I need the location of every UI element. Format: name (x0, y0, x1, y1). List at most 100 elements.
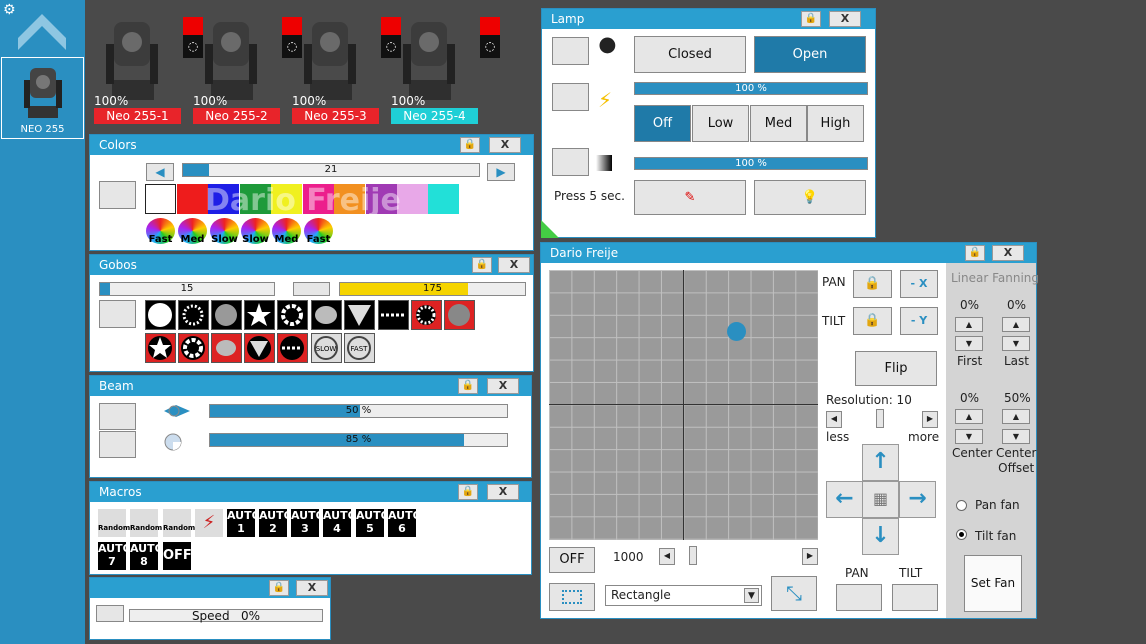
effect-slider-thumb[interactable] (689, 546, 697, 565)
pantilt-grid[interactable] (549, 270, 818, 540)
prev-arrow-icon[interactable]: ◀ (146, 163, 174, 181)
close-button[interactable]: X (296, 580, 328, 596)
macro-random-1-icon[interactable]: Random (98, 509, 130, 537)
lamp-off-button[interactable]: ✎ (634, 180, 746, 215)
scroll-up-icon[interactable] (16, 12, 68, 52)
colors-toggle-button[interactable] (99, 181, 136, 209)
shape-select[interactable]: Rectangle ▼ (605, 585, 762, 606)
effect-right-arrow-icon[interactable]: ▶ (802, 548, 818, 565)
fixture-2[interactable]: ◌ 100% Neo 255-2 (193, 10, 302, 125)
resolution-left-arrow-icon[interactable]: ◀ (826, 411, 842, 428)
first-down-icon[interactable]: ▼ (955, 336, 983, 351)
pan-fan-radio[interactable] (956, 500, 967, 511)
offset-down-icon[interactable]: ▼ (1002, 429, 1030, 444)
gobo-triangle-icon[interactable] (344, 300, 375, 330)
close-button[interactable]: X (487, 484, 519, 500)
strobe-low-button[interactable]: Low (692, 105, 749, 142)
macro-auto-4[interactable]: AUTO 4 (323, 509, 357, 537)
tilt-lock-icon[interactable]: 🔒 (853, 307, 892, 335)
speed-toggle-button[interactable] (96, 605, 124, 622)
gobo-texture-shake-icon[interactable] (444, 300, 475, 330)
tilt-value-field[interactable] (892, 584, 938, 611)
center-up-icon[interactable]: ▲ (955, 409, 983, 424)
tilt-fan-radio[interactable] (956, 529, 967, 540)
strobe-off-button[interactable]: Off (634, 105, 691, 142)
macro-auto-8[interactable]: AUTO 8 (130, 542, 164, 570)
macro-random-3-icon[interactable]: Random (163, 509, 195, 537)
pan-value-field[interactable] (836, 584, 882, 611)
shutter-toggle-button[interactable] (552, 37, 589, 65)
strobe-high-button[interactable]: High (807, 105, 864, 142)
center-icon[interactable]: ▦ (862, 481, 899, 518)
lock-icon[interactable]: 🔒 (458, 484, 478, 500)
gobo-rotate-fast-icon[interactable]: FAST (344, 333, 375, 363)
position-handle[interactable] (727, 322, 746, 341)
macro-auto-2[interactable]: AUTO 2 (259, 509, 293, 537)
beam-focus-button[interactable] (99, 403, 136, 430)
speed-slider[interactable]: Speed 0% (129, 609, 323, 622)
move-up-icon[interactable]: ↑ (862, 444, 899, 481)
color-slider[interactable]: 21 (182, 163, 480, 177)
gobo-line-dots-icon[interactable] (378, 300, 409, 330)
invert-y-button[interactable]: - Y (900, 307, 938, 335)
gobo-texture-icon[interactable] (211, 300, 242, 330)
gobo-dots-shake-icon[interactable] (411, 300, 442, 330)
gobo-star-shake-icon[interactable] (145, 333, 176, 363)
color-speed-slow-rev-icon[interactable]: Slow (241, 218, 270, 245)
strobe-slider[interactable]: 100 % (634, 82, 868, 95)
gobo-rotate-slow-icon[interactable]: SLOW (311, 333, 342, 363)
last-down-icon[interactable]: ▼ (1002, 336, 1030, 351)
move-right-icon[interactable]: → (899, 481, 936, 518)
gobo-spiral-icon[interactable] (311, 300, 342, 330)
gobo-dots-icon[interactable] (178, 300, 209, 330)
dimmer-toggle-button[interactable] (552, 148, 589, 176)
resolution-right-arrow-icon[interactable]: ▶ (922, 411, 938, 428)
lock-icon[interactable]: 🔒 (472, 257, 492, 273)
gobo-ring-shake-icon[interactable] (178, 333, 209, 363)
macro-random-2-icon[interactable]: Random (130, 509, 162, 537)
color-swatch-pink[interactable] (397, 184, 428, 214)
lock-icon[interactable]: 🔒 (269, 580, 289, 596)
first-up-icon[interactable]: ▲ (955, 317, 983, 332)
color-swatch-red[interactable] (177, 184, 208, 214)
close-button[interactable]: X (487, 378, 519, 394)
close-button[interactable]: X (498, 257, 530, 273)
gobo-mid-button[interactable] (293, 282, 330, 296)
gobos-toggle-button[interactable] (99, 300, 136, 328)
gear-icon[interactable]: ⚙ (3, 2, 16, 18)
color-speed-slow-icon[interactable]: Slow (210, 218, 239, 245)
fixture-3[interactable]: ◌ 100% Neo 255-3 (292, 10, 401, 125)
beam-iris-button[interactable] (99, 431, 136, 458)
gobo-line-dots-shake-icon[interactable] (277, 333, 308, 363)
color-speed-med-icon[interactable]: Med (178, 218, 207, 245)
center-down-icon[interactable]: ▼ (955, 429, 983, 444)
shape-icon-button[interactable] (549, 583, 595, 611)
color-swatch-cyan[interactable] (428, 184, 459, 214)
lock-icon[interactable]: 🔒 (460, 137, 480, 153)
macro-auto-6[interactable]: AUTO 6 (388, 509, 422, 537)
lock-icon[interactable]: 🔒 (458, 378, 478, 394)
offset-up-icon[interactable]: ▲ (1002, 409, 1030, 424)
color-swatch-white[interactable] (145, 184, 176, 214)
move-down-icon[interactable]: ↓ (862, 518, 899, 555)
macro-auto-7[interactable]: AUTO 7 (98, 542, 132, 570)
macro-auto-1[interactable]: AUTO 1 (227, 509, 261, 537)
fixture-4[interactable]: ◌ 100% Neo 255-4 (391, 10, 500, 125)
lock-icon[interactable]: 🔒 (801, 11, 821, 27)
close-button[interactable]: X (829, 11, 861, 27)
effect-off-button[interactable]: OFF (549, 547, 595, 573)
fixture-1[interactable]: ◌ 100% Neo 255-1 (94, 10, 203, 125)
move-left-icon[interactable]: ← (826, 481, 863, 518)
shutter-open-button[interactable]: Open (754, 36, 866, 73)
lamp-on-button[interactable]: 💡 (754, 180, 866, 215)
color-speed-fast-icon[interactable]: Fast (146, 218, 175, 245)
macro-auto-5[interactable]: AUTO 5 (356, 509, 390, 537)
flip-button[interactable]: Flip (855, 351, 937, 386)
gobo-rotation-slider[interactable]: 175 (339, 282, 526, 296)
strobe-toggle-button[interactable] (552, 83, 589, 111)
last-up-icon[interactable]: ▲ (1002, 317, 1030, 332)
close-button[interactable]: X (489, 137, 521, 153)
color-speed-med-rev-icon[interactable]: Med (272, 218, 301, 245)
invert-x-button[interactable]: - X (900, 270, 938, 298)
next-arrow-icon[interactable]: ▶ (487, 163, 515, 181)
